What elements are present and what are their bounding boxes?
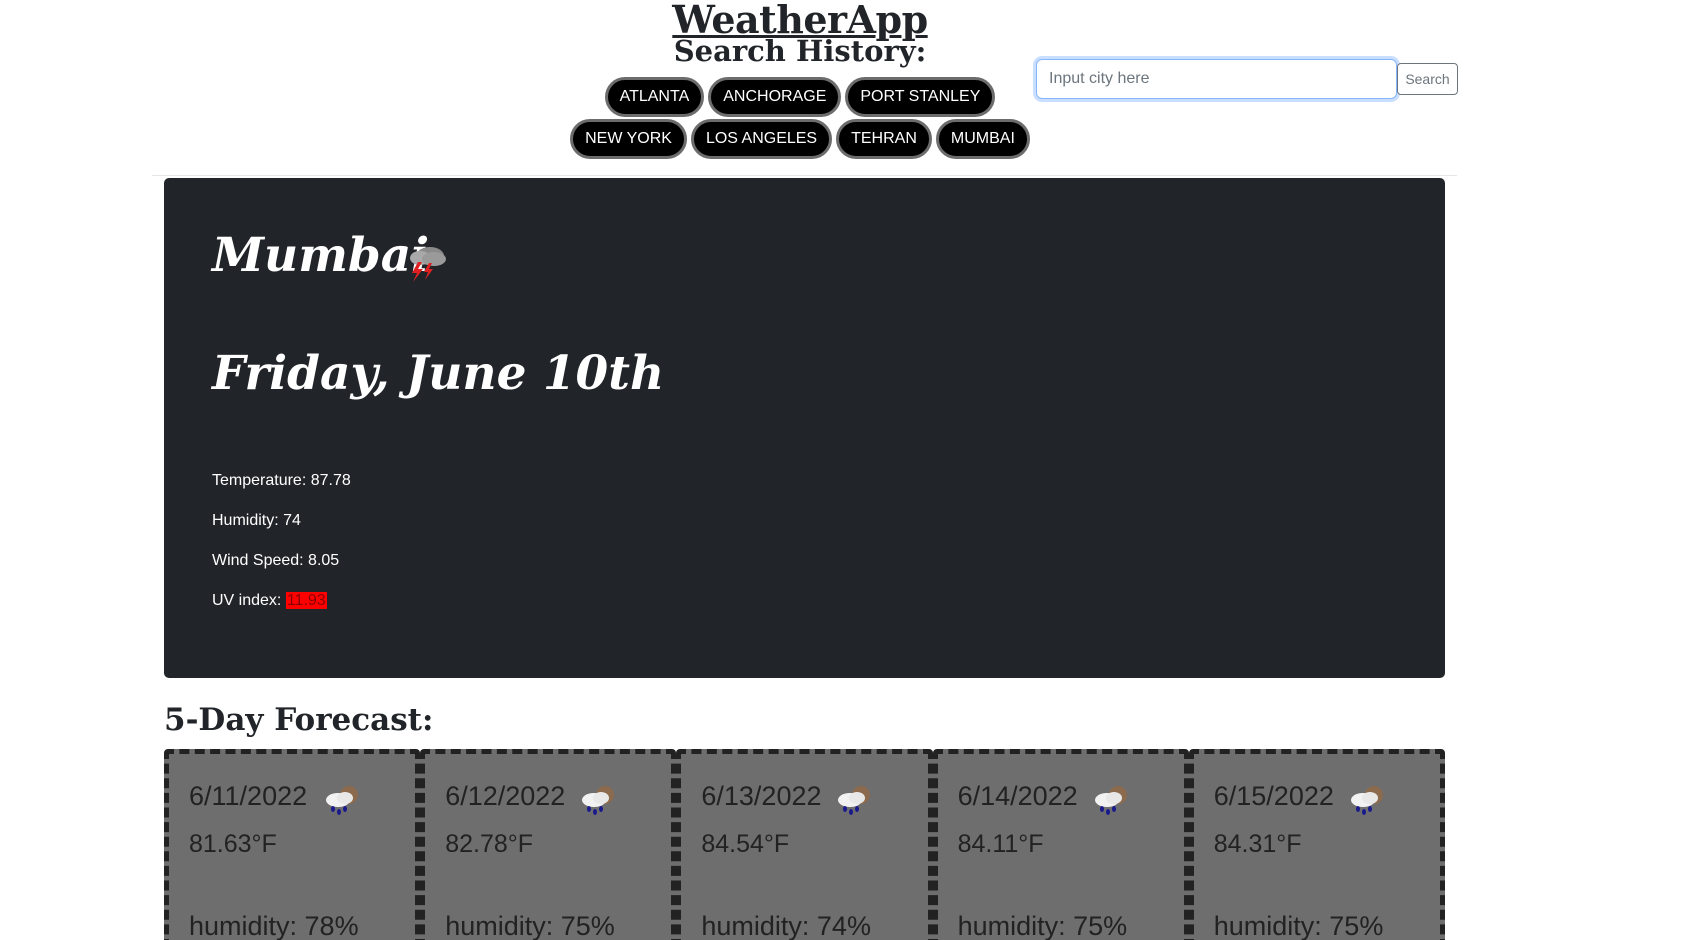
current-city-name: Mumbai [212, 228, 430, 283]
forecast-row: 6/11/2022 81.63°F humidity: 78% 6/12/202… [164, 749, 1445, 940]
forecast-date: 6/13/2022 [701, 781, 822, 811]
history-button-new-york[interactable]: NEW YORK [570, 119, 687, 159]
current-temperature: Temperature: 87.78 [212, 472, 351, 489]
forecast-date: 6/15/2022 [1213, 781, 1334, 811]
forecast-card: 6/13/2022 84.54°F humidity: 74% [676, 749, 933, 940]
rain-cloud-icon [1350, 786, 1383, 815]
city-search-input[interactable] [1036, 59, 1397, 99]
history-button-anchorage[interactable]: ANCHORAGE [708, 77, 842, 117]
forecast-card: 6/12/2022 82.78°F humidity: 75% [420, 749, 677, 940]
forecast-card: 6/15/2022 84.31°F humidity: 75% [1188, 749, 1445, 940]
forecast-title: 5-Day Forecast: [164, 702, 434, 738]
forecast-card: 6/11/2022 81.63°F humidity: 78% [164, 749, 421, 940]
forecast-humidity: humidity: 75% [957, 911, 1128, 940]
forecast-temperature: 81.63°F [189, 830, 277, 858]
history-button-los-angeles[interactable]: LOS ANGELES [690, 119, 833, 159]
forecast-temperature: 82.78°F [445, 830, 534, 858]
rain-cloud-icon [838, 786, 871, 815]
uv-index-label: UV index: [212, 592, 282, 609]
current-uv-index: UV index: 11.93 [212, 591, 327, 611]
forecast-humidity: humidity: 78% [189, 911, 359, 940]
header-divider [152, 175, 1457, 176]
forecast-date: 6/12/2022 [445, 781, 566, 811]
forecast-date: 6/11/2022 [189, 781, 308, 811]
uv-index-badge: 11.93 [285, 592, 327, 609]
history-button-atlanta[interactable]: ATLANTA [604, 77, 705, 117]
history-button-port-stanley[interactable]: PORT STANLEY [845, 77, 996, 117]
search-button[interactable]: Search [1397, 63, 1458, 95]
forecast-humidity: humidity: 75% [445, 911, 615, 940]
rain-cloud-icon [1094, 786, 1127, 815]
rain-cloud-icon [582, 786, 615, 815]
current-date: Friday, June 10th [212, 346, 665, 401]
search-history-row: NEW YORK LOS ANGELES TEHRAN MUMBAI [0, 119, 1600, 159]
forecast-temperature: 84.31°F [1213, 830, 1302, 858]
current-weather-card: Mumbai Friday, June 10th Temperature: 87… [164, 178, 1445, 678]
rain-cloud-icon [326, 786, 358, 815]
forecast-humidity: humidity: 74% [701, 911, 871, 940]
thunderstorm-icon [410, 247, 446, 282]
forecast-card: 6/14/2022 84.11°F humidity: 75% [932, 749, 1189, 940]
forecast-date: 6/14/2022 [957, 781, 1078, 811]
current-wind-speed: Wind Speed: 8.05 [212, 552, 340, 569]
current-humidity: Humidity: 74 [212, 512, 301, 529]
forecast-temperature: 84.54°F [701, 830, 790, 858]
forecast-humidity: humidity: 75% [1213, 911, 1384, 940]
forecast-temperature: 84.11°F [957, 830, 1044, 858]
history-button-mumbai[interactable]: MUMBAI [935, 119, 1030, 159]
history-button-tehran[interactable]: TEHRAN [836, 119, 932, 159]
